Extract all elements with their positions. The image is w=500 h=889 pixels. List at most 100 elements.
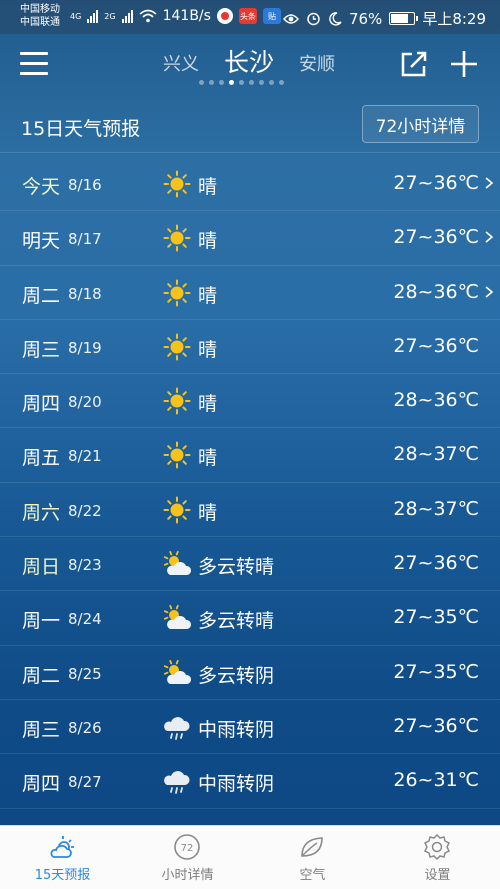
- chevron-right-icon[interactable]: [484, 231, 494, 243]
- forecast-date: 8/24: [68, 610, 102, 629]
- tab-air[interactable]: 空气: [250, 826, 375, 889]
- forecast-day: 周三: [22, 338, 61, 361]
- add-city-icon[interactable]: [448, 48, 480, 80]
- forecast-date: 8/21: [68, 447, 102, 466]
- carrier-1: 中国移动: [20, 4, 60, 15]
- forecast-date: 8/26: [68, 718, 102, 737]
- sunny-icon: [163, 333, 191, 361]
- forecast-condition: 晴: [198, 284, 218, 307]
- forecast-temp: 28~36℃: [393, 389, 479, 412]
- status-bar: 中国移动 中国联通 4G 2G 141B/s 头条 贴 76% 早上8:29: [0, 0, 500, 34]
- forecast-row[interactable]: 明天 8/17 晴 27~36℃: [0, 211, 500, 266]
- top-bar: 兴义 长沙 安顺: [0, 34, 500, 94]
- leaf-icon: [301, 837, 323, 857]
- carrier-names: 中国移动 中国联通: [20, 3, 60, 29]
- forecast-header: 15日天气预报 72小时详情: [0, 97, 500, 153]
- forecast-day: 周二: [22, 284, 61, 307]
- forecast-row: 周二 8/25 多云转阴 27~35℃: [0, 646, 500, 700]
- forecast-day: 周一: [22, 610, 61, 633]
- forecast-day: 周四: [22, 393, 61, 416]
- forecast-temp: 27~36℃: [393, 172, 479, 194]
- forecast-row: 周三 8/26 中雨转阴 27~36℃: [0, 700, 500, 755]
- forecast-row: 周五 8/21 晴 28~37℃: [0, 428, 500, 483]
- forecast-row: 周四 8/20 晴 28~36℃: [0, 374, 500, 429]
- forecast-temp: 27~35℃: [393, 660, 479, 683]
- forecast-row: 周日 8/23 多云转晴 27~36℃: [0, 537, 500, 592]
- forecast-row[interactable]: 周二 8/18 晴 28~36℃: [0, 266, 500, 320]
- forecast-date: 8/20: [68, 393, 102, 412]
- sunny-icon: [163, 441, 191, 469]
- forecast-day: 周二: [22, 664, 61, 687]
- weather-forecast-icon: [50, 836, 74, 858]
- page-dot: [269, 80, 274, 85]
- forecast-date: 8/22: [68, 501, 102, 520]
- tieba-badge: 贴: [262, 8, 281, 24]
- partly-cloudy-icon: [163, 605, 192, 630]
- forecast-condition: 晴: [198, 501, 218, 524]
- forecast-temp: 26~31℃: [393, 769, 479, 792]
- forecast-day: 周五: [22, 447, 61, 470]
- tab-settings[interactable]: 设置: [375, 826, 500, 889]
- rain-icon: [164, 771, 190, 795]
- forecast-row: 周六 8/22 晴 28~37℃: [0, 483, 500, 538]
- bottom-tab-bar: 15天预报 72 小时详情 空气 设置: [0, 825, 500, 889]
- forecast-condition: 多云转晴: [198, 556, 275, 579]
- forecast-temp: 28~37℃: [393, 443, 479, 466]
- page-dot: [259, 80, 264, 85]
- moon-icon: [329, 11, 342, 26]
- forecast-temp: 27~35℃: [393, 606, 479, 629]
- battery-percent: 76%: [348, 9, 383, 28]
- chevron-right-icon[interactable]: [484, 177, 494, 189]
- forecast-condition: 晴: [198, 230, 218, 253]
- share-icon[interactable]: [398, 48, 430, 80]
- forecast-condition: 晴: [198, 176, 218, 198]
- tab-label: 空气: [299, 868, 326, 883]
- partly-cloudy-icon: [163, 550, 192, 576]
- menu-icon[interactable]: [20, 52, 48, 76]
- signal-icon: [87, 9, 99, 23]
- tab-label: 设置: [424, 868, 451, 883]
- page-dot: [279, 80, 284, 85]
- forecast-temp: 27~36℃: [393, 714, 479, 737]
- forecast-row: 周三 8/19 晴 27~36℃: [0, 320, 500, 375]
- page-dot: [219, 80, 224, 85]
- city-page-indicator: [199, 80, 284, 85]
- hourly-detail-button[interactable]: 72小时详情: [362, 105, 479, 143]
- sunny-icon: [163, 387, 191, 415]
- page-dot: [239, 80, 244, 85]
- city-next[interactable]: 安顺: [299, 50, 335, 76]
- wifi-icon: [139, 9, 157, 23]
- tab-15day-forecast[interactable]: 15天预报: [0, 826, 125, 889]
- clock: 早上8:29: [422, 10, 486, 28]
- forecast-row: 周一 8/24 多云转晴 27~35℃: [0, 591, 500, 646]
- forecast-day: 明天: [22, 230, 61, 253]
- status-left: 4G 2G 141B/s 头条 贴: [70, 8, 281, 24]
- forecast-day: 周日: [22, 556, 61, 579]
- forecast-day: 今天: [22, 176, 61, 198]
- city-prev[interactable]: 兴义: [163, 50, 199, 76]
- forecast-row[interactable]: 今天 8/16 晴 27~36℃: [0, 157, 500, 212]
- signal-icon-2: [121, 9, 133, 23]
- tab-hourly-detail[interactable]: 72 小时详情: [125, 826, 250, 889]
- chevron-right-icon[interactable]: [484, 285, 494, 298]
- section-title: 15日天气预报: [21, 118, 141, 140]
- network-type-2: 2G: [104, 11, 116, 21]
- forecast-date: 8/17: [68, 230, 102, 249]
- rain-icon: [164, 717, 190, 740]
- forecast-condition: 多云转晴: [198, 610, 275, 633]
- forecast-date: 8/16: [68, 176, 102, 194]
- sunny-icon: [163, 279, 191, 307]
- sunny-icon: [163, 496, 191, 524]
- forecast-condition: 中雨转阴: [198, 773, 275, 796]
- forecast-condition: 晴: [198, 393, 218, 416]
- forecast-day: 周四: [22, 773, 61, 796]
- sunny-icon: [163, 170, 191, 198]
- tab-label: 小时详情: [161, 868, 214, 883]
- eye-icon: [282, 13, 299, 24]
- forecast-row: 周四 8/27 中雨转阴 26~31℃: [0, 754, 500, 809]
- gear-icon: [423, 833, 451, 861]
- network-type-1: 4G: [70, 11, 82, 21]
- forecast-condition: 晴: [198, 447, 218, 470]
- forecast-list: 今天 8/16 晴 27~36℃ 明天 8/17 晴 27~36℃ 周二 8/18 晴 28~36℃ 周…: [0, 157, 500, 809]
- forecast-date: 8/25: [68, 664, 102, 683]
